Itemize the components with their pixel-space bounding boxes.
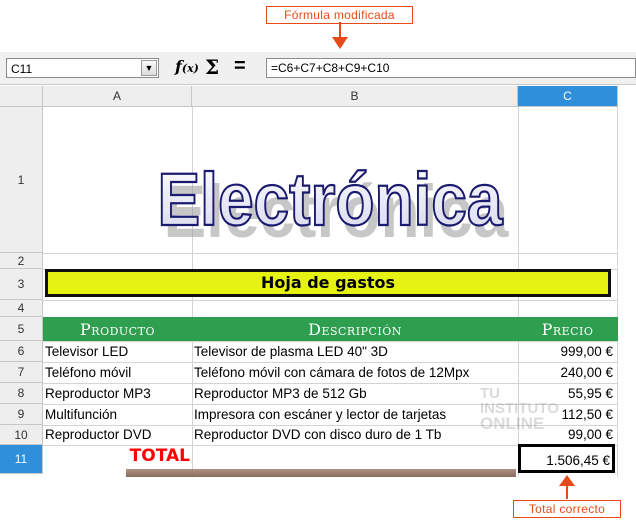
row-header-2[interactable]: 2 — [0, 253, 43, 269]
cell-a8[interactable]: Reproductor MP3 — [45, 384, 190, 404]
total-underline-decoration — [126, 469, 516, 477]
header-precio[interactable]: Precio — [518, 317, 617, 341]
column-header-a[interactable]: A — [43, 86, 192, 107]
cell-c8[interactable]: 55,95 € — [520, 384, 613, 404]
row-header-11[interactable]: 11 — [0, 445, 43, 474]
total-label[interactable]: TOTAL — [122, 446, 190, 466]
cell-b8[interactable]: Reproductor MP3 de 512 Gb — [194, 384, 516, 404]
row-header-8[interactable]: 8 — [0, 383, 43, 404]
callout-arrow-up-icon — [559, 475, 575, 499]
cell-b7[interactable]: Teléfono móvil con cámara de fotos de 12… — [194, 363, 516, 383]
formula-input[interactable]: =C6+C7+C8+C9+C10 — [266, 58, 636, 78]
header-descripcion[interactable]: Descripción — [192, 317, 518, 341]
name-box-value: C11 — [11, 62, 33, 76]
row-header-9[interactable]: 9 — [0, 404, 43, 425]
cell-a10[interactable]: Reproductor DVD — [45, 425, 190, 445]
select-all-corner[interactable] — [0, 86, 43, 107]
fx-icon[interactable]: f(x) — [175, 57, 199, 76]
column-header-c[interactable]: C — [518, 86, 618, 107]
grid-line — [617, 107, 618, 477]
cell-b6[interactable]: Televisor de plasma LED 40" 3D — [194, 342, 516, 362]
equals-button[interactable]: = — [234, 55, 246, 78]
cell-a7[interactable]: Teléfono móvil — [45, 363, 190, 383]
cell-c9[interactable]: 112,50 € — [520, 405, 613, 425]
cell-b9[interactable]: Impresora con escáner y lector de tarjet… — [194, 405, 516, 425]
title-art-text: Electrónica — [158, 158, 504, 241]
cell-b10[interactable]: Reproductor DVD con disco duro de 1 Tb — [194, 425, 516, 445]
cell-a9[interactable]: Multifunción — [45, 405, 190, 425]
cell-c6[interactable]: 999,00 € — [520, 342, 613, 362]
total-correct-callout: Total correcto — [513, 500, 621, 518]
grid-line — [43, 253, 618, 254]
row-header-7[interactable]: 7 — [0, 362, 43, 383]
column-header-b[interactable]: B — [192, 86, 518, 107]
chevron-down-icon[interactable]: ▼ — [141, 60, 157, 76]
row-header-10[interactable]: 10 — [0, 425, 43, 445]
header-producto[interactable]: Producto — [43, 317, 192, 341]
row-header-6[interactable]: 6 — [0, 341, 43, 362]
grid-line — [43, 300, 618, 301]
sigma-icon[interactable]: Σ — [205, 55, 219, 79]
expense-sheet-banner: Hoja de gastos — [45, 269, 611, 297]
cell-c11-total[interactable]: 1.506,45 € — [518, 444, 615, 473]
row-header-5[interactable]: 5 — [0, 317, 43, 341]
electronica-fontwork-title: Electrónica Electrónica — [156, 157, 509, 245]
row-header-4[interactable]: 4 — [0, 300, 43, 317]
row-header-1[interactable]: 1 — [0, 107, 43, 253]
cell-c7[interactable]: 240,00 € — [520, 363, 613, 383]
row-header-3[interactable]: 3 — [0, 269, 43, 300]
name-box[interactable]: C11 ▼ — [6, 58, 159, 78]
cell-a6[interactable]: Televisor LED — [45, 342, 190, 362]
cell-c10[interactable]: 99,00 € — [520, 425, 613, 445]
callout-arrow-down-icon — [332, 22, 348, 49]
formula-bar: C11 ▼ f(x) Σ = =C6+C7+C8+C9+C10 — [0, 52, 636, 85]
